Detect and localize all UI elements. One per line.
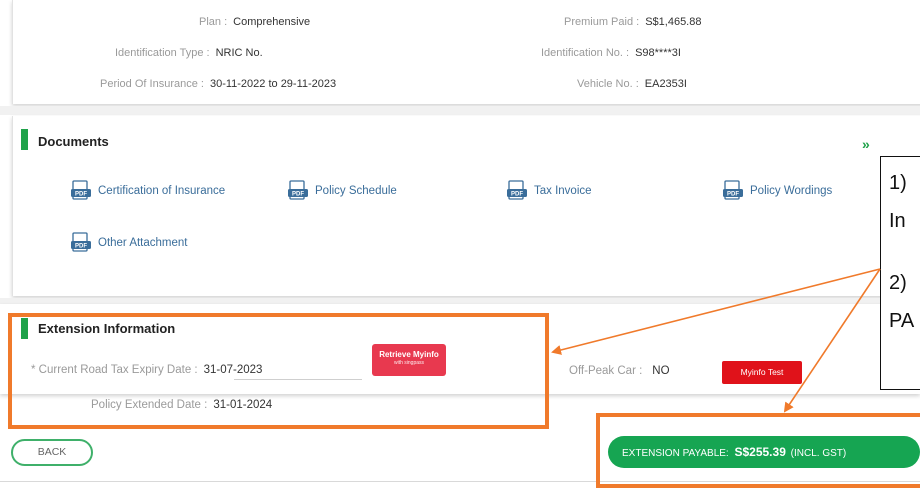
period-label: Period Of Insurance : — [100, 78, 204, 90]
documents-accent-bar — [21, 129, 28, 150]
doc-label: Other Attachment — [98, 236, 188, 249]
doc-link-tax-invoice[interactable]: PDF Tax Invoice — [506, 180, 592, 201]
id-no-value: S98****3I — [635, 47, 681, 59]
myinfo-test-button[interactable]: Myinfo Test — [722, 361, 802, 384]
doc-link-certification[interactable]: PDF Certification of Insurance — [70, 180, 225, 201]
plan-label: Plan : — [199, 16, 228, 28]
pdf-icon: PDF — [507, 180, 527, 200]
documents-card — [12, 116, 920, 296]
svg-text:PDF: PDF — [511, 192, 523, 198]
period-value: 30-11-2022 to 29-11-2023 — [209, 78, 337, 90]
annotation-line-4: PA — [889, 310, 915, 332]
doc-link-policy-schedule[interactable]: PDF Policy Schedule — [287, 180, 397, 201]
id-no-label: Identification No. : — [541, 47, 630, 59]
doc-link-policy-wordings[interactable]: PDF Policy Wordings — [722, 180, 832, 201]
premium-paid-field: Premium Paid : S$1,465.88 — [564, 16, 701, 28]
pdf-icon: PDF — [71, 232, 91, 252]
annotation-line-2: In — [889, 210, 906, 232]
chevron-double-down-icon[interactable]: » — [862, 137, 870, 151]
vehicle-no-field: Vehicle No. : EA2353I — [577, 78, 687, 90]
id-type-value: NRIC No. — [215, 47, 263, 59]
id-type-field: Identification Type : NRIC No. — [115, 47, 263, 59]
doc-link-other-attachment[interactable]: PDF Other Attachment — [70, 232, 188, 253]
payable-highlight-box — [596, 413, 920, 488]
doc-label: Policy Schedule — [315, 184, 397, 197]
vehicle-no-value: EA2353I — [644, 78, 687, 90]
section-divider — [0, 106, 920, 115]
off-peak-label: Off-Peak Car : — [569, 365, 643, 377]
doc-label: Tax Invoice — [534, 184, 592, 197]
annotation-line-1: 1) — [889, 172, 907, 194]
plan-value: Comprehensive — [233, 16, 311, 28]
svg-text:PDF: PDF — [75, 244, 87, 250]
plan-field: Plan : Comprehensive — [199, 16, 310, 28]
pdf-icon: PDF — [723, 180, 743, 200]
off-peak-value: NO — [652, 365, 670, 377]
documents-title: Documents — [38, 134, 109, 149]
doc-label: Policy Wordings — [750, 184, 833, 197]
off-peak-field: Off-Peak Car : NO — [569, 365, 670, 377]
period-field: Period Of Insurance : 30-11-2022 to 29-11… — [100, 78, 336, 90]
annotation-line-3: 2) — [889, 272, 907, 294]
extension-highlight-box — [8, 313, 549, 429]
back-button[interactable]: BACK — [11, 439, 93, 466]
premium-paid-label: Premium Paid : — [564, 16, 640, 28]
pdf-icon: PDF — [71, 180, 91, 200]
svg-text:PDF: PDF — [75, 192, 87, 198]
id-no-field: Identification No. : S98****3I — [541, 47, 681, 59]
vehicle-no-label: Vehicle No. : — [577, 78, 639, 90]
annotation-note: 1) In 2) PA — [880, 156, 920, 390]
doc-label: Certification of Insurance — [98, 184, 226, 197]
svg-text:PDF: PDF — [727, 192, 739, 198]
policy-summary-card: Plan : Comprehensive Premium Paid : S$1,46… — [12, 0, 920, 104]
premium-paid-value: S$1,465.88 — [645, 16, 702, 28]
svg-text:PDF: PDF — [292, 192, 304, 198]
id-type-label: Identification Type : — [115, 47, 210, 59]
pdf-icon: PDF — [288, 180, 308, 200]
